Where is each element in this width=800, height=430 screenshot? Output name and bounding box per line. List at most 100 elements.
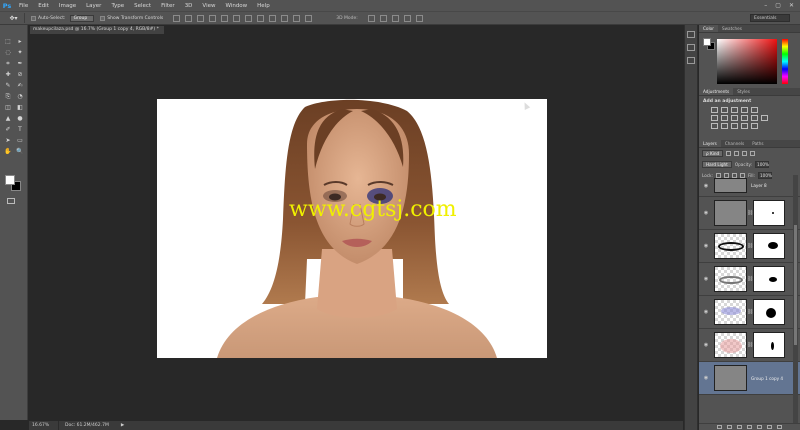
new-adjustment-icon[interactable] xyxy=(747,425,752,429)
menu-window[interactable]: Window xyxy=(220,3,252,9)
photo-filter-icon[interactable] xyxy=(741,115,748,121)
eraser-tool-icon[interactable]: ◫ xyxy=(2,103,14,112)
menu-3d[interactable]: 3D xyxy=(180,3,198,9)
filter-adjustment-icon[interactable] xyxy=(734,151,740,156)
menu-filter[interactable]: Filter xyxy=(156,3,180,9)
status-menu-arrow-icon[interactable]: ▶ xyxy=(121,421,124,430)
quick-mask-icon[interactable] xyxy=(7,198,15,204)
layer-row-selected[interactable]: ◉ Group 1 copy 4 xyxy=(699,362,800,395)
invert-icon[interactable] xyxy=(711,123,718,129)
link-layers-icon[interactable] xyxy=(717,425,722,429)
tab-layers[interactable]: Layers xyxy=(699,140,721,147)
menu-help[interactable]: Help xyxy=(252,3,275,9)
zoom-tool-icon[interactable]: 🔍 xyxy=(14,147,26,156)
tab-styles[interactable]: Styles xyxy=(733,88,754,95)
selective-color-icon[interactable] xyxy=(741,123,748,129)
align-top-icon[interactable] xyxy=(173,14,181,22)
lasso-tool-icon[interactable]: ◌ xyxy=(2,48,14,57)
layer-row[interactable]: ◉ ⛓ xyxy=(699,263,800,296)
menu-edit[interactable]: Edit xyxy=(33,3,54,9)
distribute-left-icon[interactable] xyxy=(281,14,289,22)
filter-type-icon[interactable] xyxy=(742,151,748,156)
gradient-tool-icon[interactable]: ◧ xyxy=(14,103,26,112)
clone-stamp-tool-icon[interactable]: ⎘ xyxy=(2,92,14,101)
pan-3d-icon[interactable] xyxy=(391,14,399,22)
menu-select[interactable]: Select xyxy=(129,3,156,9)
orbit-3d-icon[interactable] xyxy=(367,14,375,22)
move-tool-icon[interactable]: ▸ xyxy=(14,37,26,46)
color-lookup-icon[interactable] xyxy=(761,115,768,121)
filter-shape-icon[interactable] xyxy=(750,151,756,156)
blend-mode-dropdown[interactable]: Hard Light xyxy=(702,161,732,168)
new-group-icon[interactable] xyxy=(757,425,762,429)
color-picker-field[interactable] xyxy=(717,39,777,84)
workspace-switcher[interactable]: Essentials xyxy=(750,14,790,22)
tab-adjustments[interactable]: Adjustments xyxy=(699,88,734,95)
channel-mixer-icon[interactable] xyxy=(751,115,758,121)
layers-scroll-thumb[interactable] xyxy=(794,225,797,345)
layer-row[interactable]: ◉ ⛓ xyxy=(699,296,800,329)
info-panel-icon[interactable] xyxy=(687,57,695,64)
auto-select-checkbox[interactable] xyxy=(31,15,36,21)
levels-icon[interactable] xyxy=(721,107,728,113)
history-panel-icon[interactable] xyxy=(687,31,695,38)
tool-preset-picker[interactable]: ✥▾ xyxy=(3,13,25,23)
visibility-eye-icon[interactable]: ◉ xyxy=(702,309,710,315)
menu-type[interactable]: Type xyxy=(106,3,129,9)
align-vcenter-icon[interactable] xyxy=(185,14,193,22)
hue-slider[interactable] xyxy=(782,39,788,84)
type-tool-icon[interactable]: T xyxy=(14,125,26,134)
hue-saturation-icon[interactable] xyxy=(711,115,718,121)
brightness-icon[interactable] xyxy=(711,107,718,113)
transform-controls-checkbox[interactable] xyxy=(100,15,106,21)
auto-select-dropdown[interactable]: Group xyxy=(69,14,95,22)
trash-icon[interactable] xyxy=(777,425,782,429)
brush-tool-icon[interactable]: ✎ xyxy=(2,81,14,90)
marquee-tool-icon[interactable]: ⬚ xyxy=(2,37,14,46)
visibility-eye-icon[interactable]: ◉ xyxy=(702,276,710,282)
visibility-eye-icon[interactable]: ◉ xyxy=(702,243,710,249)
maximize-button[interactable]: ▢ xyxy=(775,2,781,9)
black-white-icon[interactable] xyxy=(731,115,738,121)
hand-tool-icon[interactable]: ✋ xyxy=(2,147,14,156)
align-right-icon[interactable] xyxy=(233,14,241,22)
layers-scrollbar[interactable] xyxy=(793,175,798,423)
panel-foreground-swatch[interactable] xyxy=(703,38,711,46)
align-hcenter-icon[interactable] xyxy=(221,14,229,22)
tab-swatches[interactable]: Swatches xyxy=(718,25,746,32)
align-bottom-icon[interactable] xyxy=(197,14,205,22)
photo-canvas[interactable] xyxy=(157,99,547,358)
layer-row[interactable]: ◉ Layer 8 xyxy=(699,175,800,197)
color-balance-icon[interactable] xyxy=(721,115,728,121)
menu-image[interactable]: Image xyxy=(54,3,81,9)
add-mask-icon[interactable] xyxy=(737,425,742,429)
scale-3d-icon[interactable] xyxy=(415,14,423,22)
healing-tool-icon[interactable]: ✚ xyxy=(2,70,14,79)
pen-tool-icon[interactable]: ✐ xyxy=(2,125,14,134)
visibility-eye-icon[interactable]: ◉ xyxy=(702,183,710,189)
zoom-level[interactable]: 16.67% xyxy=(29,421,59,430)
foreground-color-swatch[interactable] xyxy=(5,175,15,185)
close-button[interactable]: ✕ xyxy=(789,2,794,9)
vibrance-icon[interactable] xyxy=(751,107,758,113)
threshold-icon[interactable] xyxy=(731,123,738,129)
curves-icon[interactable] xyxy=(731,107,738,113)
blur-tool-icon[interactable]: ◔ xyxy=(14,92,26,101)
filter-pixel-icon[interactable] xyxy=(726,151,732,156)
posterize-icon[interactable] xyxy=(721,123,728,129)
distribute-top-icon[interactable] xyxy=(245,14,253,22)
eyedropper-tool-icon[interactable]: ✒ xyxy=(14,59,26,68)
menu-layer[interactable]: Layer xyxy=(81,3,106,9)
tab-color[interactable]: Color xyxy=(699,25,718,32)
layer-row[interactable]: ◉ ⛓ xyxy=(699,230,800,263)
sharpen-tool-icon[interactable]: ▲ xyxy=(2,114,14,123)
exposure-icon[interactable] xyxy=(741,107,748,113)
properties-panel-icon[interactable] xyxy=(687,44,695,51)
roll-3d-icon[interactable] xyxy=(379,14,387,22)
layer-row[interactable]: ◉ ⛓ xyxy=(699,329,800,362)
spot-heal-tool-icon[interactable]: ⊘ xyxy=(14,70,26,79)
distribute-bottom-icon[interactable] xyxy=(269,14,277,22)
path-select-tool-icon[interactable]: ➤ xyxy=(2,136,14,145)
quick-select-tool-icon[interactable]: ✦ xyxy=(14,48,26,57)
rectangle-tool-icon[interactable]: ▭ xyxy=(14,136,26,145)
